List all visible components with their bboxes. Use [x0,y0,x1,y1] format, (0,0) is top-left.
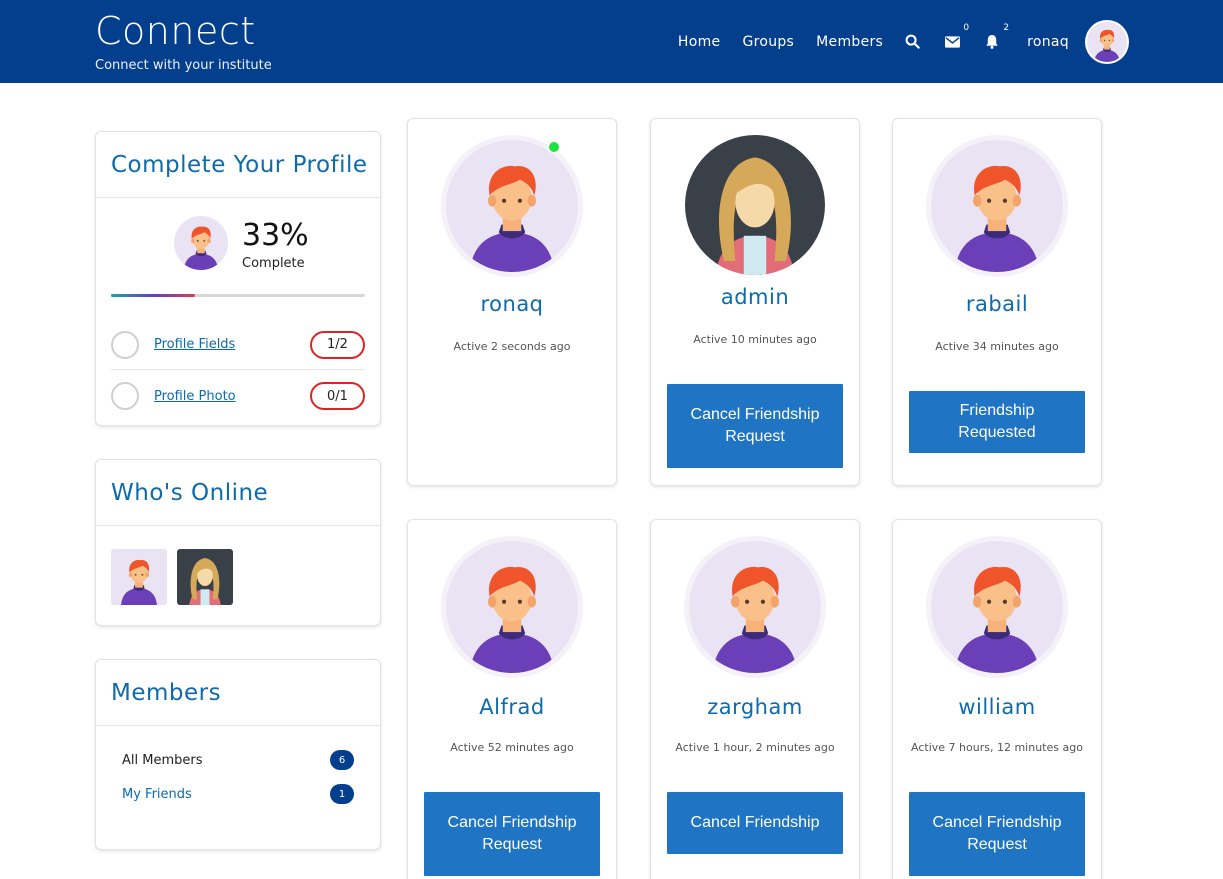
member-name[interactable]: rabail [893,292,1101,316]
profile-photo-link[interactable]: Profile Photo [154,389,310,404]
profile-fields-link[interactable]: Profile Fields [154,337,310,352]
avatar[interactable] [441,135,583,277]
messages-icon[interactable]: 0 [941,23,969,53]
online-status-dot [548,141,560,153]
member-last-active: Active 10 minutes ago [693,333,817,346]
completion-percent: 33% [242,218,309,253]
search-icon[interactable] [901,31,923,53]
member-card: admin Active 10 minutes ago Cancel Frien… [650,118,860,486]
brand-title[interactable]: Connect [95,8,272,54]
member-last-active: Active 34 minutes ago [935,340,1059,353]
profile-completion-header: Complete Your Profile [96,132,380,198]
cancel-friendship-request-button[interactable]: Cancel Friendship Request [424,792,600,876]
member-name[interactable]: william [893,695,1101,719]
widget-title: Complete Your Profile [111,151,368,178]
unchecked-circle-icon [111,382,139,410]
member-last-active: Active 7 hours, 12 minutes ago [911,741,1083,754]
brand-subtitle: Connect with your institute [95,58,272,73]
friendship-requested-button[interactable]: Friendship Requested [909,391,1085,453]
member-name[interactable]: admin [651,285,859,309]
all-members-count: 6 [330,750,354,770]
nav-home[interactable]: Home [678,34,721,50]
user-menu-name[interactable]: ronaq [1027,34,1069,50]
member-name[interactable]: ronaq [408,292,616,316]
member-card: zargham Active 1 hour, 2 minutes ago Can… [650,519,860,879]
member-last-active: Active 2 seconds ago [453,340,571,353]
brand[interactable]: Connect Connect with your institute [95,8,272,73]
members-widget: Members All Members 6 My Friends 1 [95,659,381,850]
avatar [174,216,228,270]
avatar[interactable] [926,536,1068,678]
member-name[interactable]: Alfrad [408,695,616,719]
members-widget-header: Members [96,660,380,726]
member-card: william Active 7 hours, 12 minutes ago C… [892,519,1102,879]
main-nav: Home Groups Members 0 2 ronaq [656,0,1129,83]
profile-photo-count: 0/1 [310,382,365,410]
messages-count: 0 [963,22,970,33]
member-last-active: Active 1 hour, 2 minutes ago [675,741,835,754]
whos-online-widget: Who's Online [95,459,381,626]
notifications-icon[interactable]: 2 [981,23,1009,53]
top-navbar: Connect Connect with your institute Home… [0,0,1223,83]
cancel-friendship-request-button[interactable]: Cancel Friendship Request [909,792,1085,876]
avatar[interactable] [926,135,1068,277]
member-last-active: Active 52 minutes ago [450,741,574,754]
avatar[interactable] [684,536,826,678]
widget-title: Who's Online [111,479,269,506]
nav-groups[interactable]: Groups [742,34,794,50]
nav-members[interactable]: Members [816,34,883,50]
avatar[interactable] [685,135,825,275]
avatar[interactable] [441,536,583,678]
my-friends-row[interactable]: My Friends 1 [122,782,354,806]
profile-fields-row[interactable]: Profile Fields 1/2 [111,320,365,370]
my-friends-link[interactable]: My Friends [122,787,330,802]
member-name[interactable]: zargham [651,695,859,719]
widget-title: Members [111,679,222,706]
all-members-row[interactable]: All Members 6 [122,748,354,772]
my-friends-count: 1 [330,784,354,804]
profile-fields-count: 1/2 [310,330,365,359]
profile-completion-widget: Complete Your Profile 33% Complete Profi… [95,131,381,426]
online-user-avatar[interactable] [177,549,233,605]
notifications-count: 2 [1003,22,1010,33]
user-avatar[interactable] [1085,19,1129,64]
completion-progress-fill [111,294,195,297]
cancel-friendship-button[interactable]: Cancel Friendship [667,792,843,854]
completion-label: Complete [242,256,305,271]
cancel-friendship-request-button[interactable]: Cancel Friendship Request [667,384,843,468]
member-card: ronaq Active 2 seconds ago [407,118,617,486]
all-members-link[interactable]: All Members [122,753,330,768]
profile-photo-row[interactable]: Profile Photo 0/1 [111,371,365,421]
whos-online-header: Who's Online [96,460,380,526]
member-card: Alfrad Active 52 minutes ago Cancel Frie… [407,519,617,879]
online-user-avatar[interactable] [111,549,167,605]
member-card: rabail Active 34 minutes ago Friendship … [892,118,1102,486]
completion-progress-bar [111,294,365,297]
unchecked-circle-icon [111,330,139,359]
